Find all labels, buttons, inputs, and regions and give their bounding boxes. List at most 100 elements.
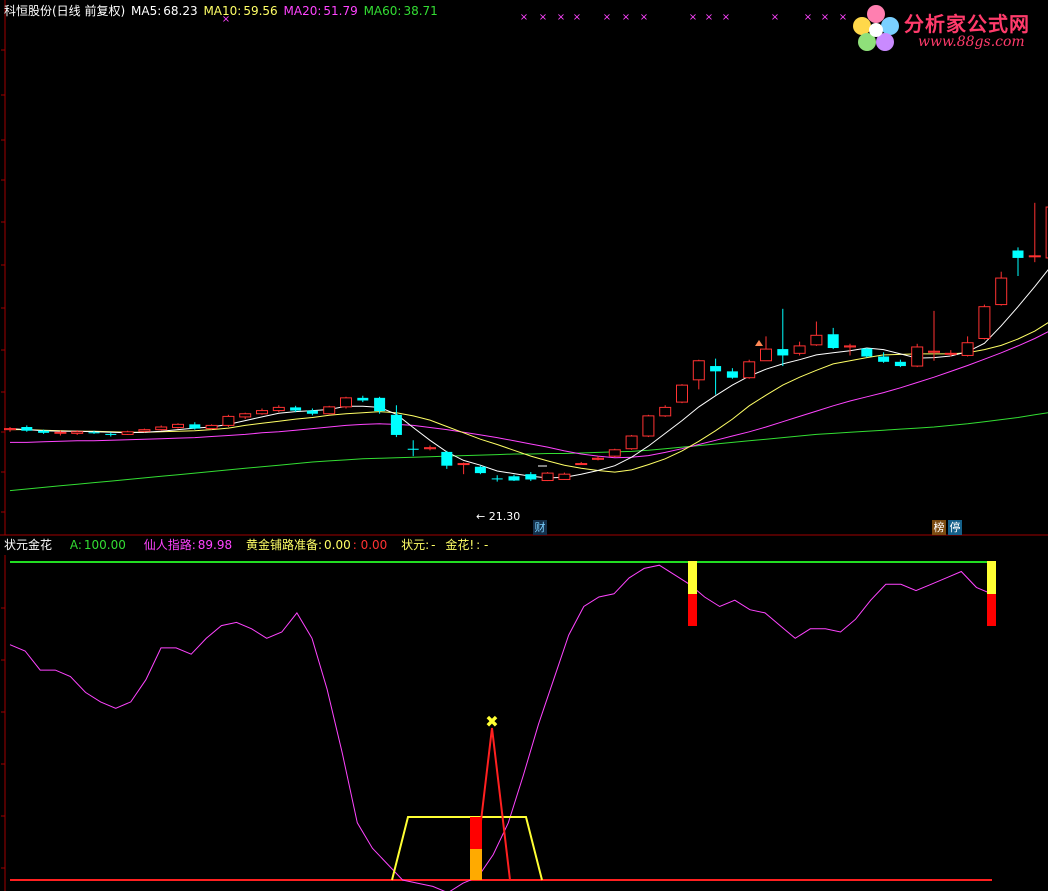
low-price-label: ← 21.30 — [476, 510, 520, 523]
signal-marker-4: × — [573, 12, 581, 23]
candle-body-13 — [222, 415, 235, 426]
candle-body-16 — [272, 406, 285, 412]
candle-body-0 — [4, 428, 16, 431]
ma5-label: MA5: — [131, 4, 162, 18]
ma10-label: MA10: — [203, 4, 242, 18]
candle-body-42 — [710, 366, 722, 372]
signal-bar-red-a — [470, 817, 482, 849]
candle-body-2 — [38, 430, 50, 433]
candle-body-6 — [105, 433, 117, 435]
a-label: A: — [69, 538, 82, 552]
candle-body-32 — [541, 472, 554, 482]
candle-body-26 — [441, 451, 453, 466]
candle-body-37 — [625, 435, 638, 450]
signal-marker-2: × — [539, 12, 547, 23]
huangjin-extra: : 0.00 — [352, 538, 388, 552]
candle-body-35 — [592, 457, 604, 460]
candle-body-40 — [676, 384, 688, 403]
indicator-title: 状元金花 — [4, 538, 53, 552]
ma20-value: 51.79 — [323, 4, 358, 18]
candle-body-9 — [155, 426, 168, 431]
spike-marker: ✖ — [485, 712, 498, 731]
up-arrow-marker — [755, 340, 763, 346]
candle-body-58 — [978, 306, 991, 339]
stock-name: 科恒股份(日线 前复权) — [4, 4, 126, 18]
signal-bar-orange-a — [470, 849, 482, 880]
candle-body-15 — [256, 410, 268, 415]
signal-marker-12: × — [804, 12, 812, 23]
signal-marker-7: × — [640, 12, 648, 23]
signal-marker-10: × — [722, 12, 730, 23]
sub-header: 状元金花 A: 100.00 仙人指路: 89.98 黄金铺路准备: 0.00: 0.… — [4, 538, 490, 552]
candle-body-10 — [172, 423, 184, 429]
candle-body-61 — [1028, 255, 1041, 258]
candle-body-29 — [491, 478, 503, 480]
xianren-line — [9, 564, 992, 891]
signal-bar-yellow-c — [987, 561, 996, 594]
signal-bar-yellow-b — [688, 561, 697, 594]
flower-icon — [853, 5, 899, 51]
candle-body-53 — [894, 361, 906, 367]
logo-url: www.88gs.com — [918, 34, 1025, 50]
candle-body-4 — [71, 431, 84, 434]
chart-stage: × × × × × × × × × × × × × × × ← 21.30 ✖ 科恒股份(日线 前复权) MA5… — [0, 0, 1048, 891]
candle-body-47 — [793, 345, 806, 354]
candle-body-25 — [424, 447, 436, 450]
candle-body-12 — [205, 424, 218, 430]
signal-bar-red-c — [987, 594, 996, 626]
candle-body-30 — [508, 476, 520, 481]
candle-body-36 — [608, 449, 621, 457]
candle-body-18 — [306, 410, 318, 414]
signal-marker-14: × — [839, 12, 847, 23]
candle-body-44 — [743, 361, 756, 379]
candle-body-11 — [189, 424, 201, 429]
candle-body-28 — [474, 466, 486, 474]
candle-body-1 — [21, 427, 33, 431]
flag-ting: 停 — [948, 520, 962, 535]
candle-body-31 — [525, 474, 537, 480]
candle-body-24 — [407, 448, 419, 450]
candle-body-46 — [777, 349, 789, 356]
ma10-value: 59.56 — [243, 4, 278, 18]
candle-body-39 — [659, 406, 672, 417]
site-logo: 分析家公式网 www.88gs.com — [848, 2, 1044, 54]
ma60-label: MA60: — [363, 4, 402, 18]
huangjin-line — [391, 816, 543, 881]
signal-marker-5: × — [603, 12, 611, 23]
jinhua-label: 金花! — [445, 538, 475, 552]
ma60-value: 38.71 — [403, 4, 438, 18]
huangjin-label: 黄金铺路准备: — [245, 538, 322, 552]
candle-body-56 — [944, 352, 957, 355]
jinhua-value: : - — [476, 538, 489, 552]
flag-bang: 榜 — [932, 520, 946, 535]
candle-body-34 — [575, 463, 588, 466]
candle-body-17 — [290, 407, 302, 411]
candle-body-57 — [961, 342, 974, 356]
signal-marker-9: × — [705, 12, 713, 23]
candle-body-19 — [323, 406, 336, 415]
candle-body-33 — [558, 473, 571, 480]
signal-marker-8: × — [689, 12, 697, 23]
signal-marker-11: × — [771, 12, 779, 23]
candle-body-7 — [121, 431, 134, 435]
candle-body-52 — [878, 356, 890, 362]
candle-body-43 — [726, 371, 738, 378]
candle-body-48 — [810, 334, 823, 346]
candle-body-14 — [239, 413, 252, 418]
ma5-value: 68.23 — [163, 4, 198, 18]
candle-body-60 — [1012, 250, 1024, 258]
logo-text: 分析家公式网 — [904, 12, 1030, 36]
candle-body-20 — [340, 397, 352, 408]
huangjin-value: 0.00 — [324, 538, 351, 552]
zhuangyuan-value: - — [431, 538, 436, 552]
candle-body-5 — [88, 432, 100, 434]
flag-cai: 财 — [533, 520, 547, 535]
candle-body-22 — [374, 397, 386, 412]
candle-body-8 — [138, 429, 151, 432]
candle-body-49 — [827, 334, 839, 349]
signal-marker-1: × — [520, 12, 528, 23]
a-value: 100.00 — [83, 538, 126, 552]
candle-body-27 — [457, 463, 470, 466]
main-header: 科恒股份(日线 前复权) MA5: 68.23 MA10: 59.56 MA20: 5… — [4, 4, 440, 18]
candle-body-41 — [692, 360, 705, 381]
